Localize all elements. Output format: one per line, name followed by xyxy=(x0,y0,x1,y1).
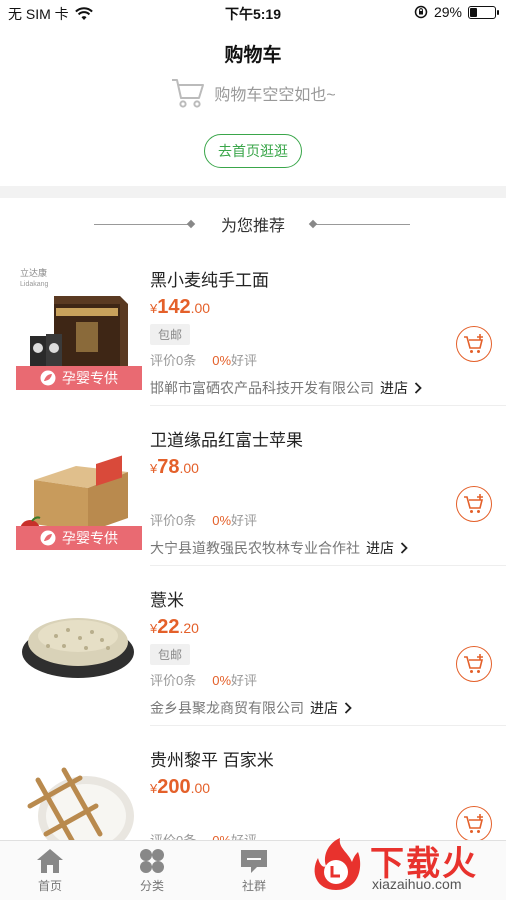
add-to-cart-button[interactable] xyxy=(456,326,492,362)
product-name[interactable]: 黑小麦纯手工面 xyxy=(150,266,269,291)
empty-cart-message: 购物车空空如也~ xyxy=(214,87,336,104)
enter-shop-label[interactable]: 进店 xyxy=(380,378,408,398)
product-price: ¥22.20 xyxy=(150,616,199,638)
shop-name: 金乡县聚龙商贸有限公司 xyxy=(150,700,304,716)
tab-category[interactable]: 分类 xyxy=(122,847,182,894)
chevron-right-icon xyxy=(414,382,422,394)
shop-link[interactable]: 金乡县聚龙商贸有限公司 进店 xyxy=(150,698,352,718)
recommend-header: 为您推荐 xyxy=(0,212,506,236)
product-review: 评价0条 0%好评 xyxy=(150,510,257,529)
maternal-baby-badge: 孕婴专供 xyxy=(16,366,142,390)
product-card[interactable]: 薏米 ¥22.20 包邮 评价0条 0%好评 金乡县聚龙商贸有限公司 进店 xyxy=(0,566,506,726)
empty-cart-notice: 购物车空空如也~ xyxy=(0,76,506,110)
battery-percent: 29% xyxy=(433,4,462,20)
product-price: ¥142.00 xyxy=(150,296,211,318)
positive-rate: 0%好评 xyxy=(212,353,258,368)
section-divider xyxy=(0,186,506,198)
review-count: 评价0条 xyxy=(150,353,197,368)
product-review: 评价0条 0%好评 xyxy=(150,670,257,689)
product-image xyxy=(16,580,140,710)
community-icon xyxy=(241,850,267,873)
chevron-right-icon xyxy=(344,702,352,714)
recommend-title: 为您推荐 xyxy=(220,218,285,235)
shop-name: 大宁县道教强民农牧林专业合作社 xyxy=(150,540,360,556)
product-name[interactable]: 贵州黎平 百家米 xyxy=(150,746,274,771)
tab-community-label: 社群 xyxy=(241,879,266,893)
product-price: ¥200.00 xyxy=(150,776,211,798)
review-count: 评价0条 xyxy=(150,673,197,688)
positive-rate: 0%好评 xyxy=(212,513,258,528)
svg-text:Lidakang: Lidakang xyxy=(20,281,49,288)
chevron-right-icon xyxy=(400,542,408,554)
page-title: 购物车 xyxy=(224,45,282,66)
leaf-icon xyxy=(40,370,56,386)
free-shipping-tag: 包邮 xyxy=(150,644,191,665)
cart-icon xyxy=(172,79,205,108)
orientation-lock-icon xyxy=(414,5,428,19)
add-cart-icon xyxy=(464,654,484,673)
enter-shop-label[interactable]: 进店 xyxy=(366,538,394,558)
product-card[interactable]: 立达康 Lidakang 孕婴专供 黑小麦纯手工面 ¥142.00 包邮 评价0… xyxy=(0,246,506,406)
watermark-url: xiazaihuo.com xyxy=(372,876,462,892)
status-right: 29% xyxy=(414,4,499,20)
shop-link[interactable]: 大宁县道教强民农牧林专业合作社 进店 xyxy=(150,538,408,558)
battery-icon xyxy=(468,5,499,19)
review-count: 评价0条 xyxy=(150,513,197,528)
watermark: 下载火 xiazaihuo.com xyxy=(296,830,506,900)
product-price: ¥78.00 xyxy=(150,456,199,478)
maternal-baby-badge: 孕婴专供 xyxy=(16,526,142,550)
badge-label: 孕婴专供 xyxy=(62,530,118,546)
positive-rate: 0%好评 xyxy=(212,673,258,688)
add-cart-icon xyxy=(464,494,484,513)
leaf-icon xyxy=(40,530,56,546)
status-bar: 无 SIM 卡 下午5:19 29% xyxy=(0,0,506,26)
enter-shop-label[interactable]: 进店 xyxy=(310,698,338,718)
product-name[interactable]: 卫道缘品红富士苹果 xyxy=(150,426,303,451)
flame-logo-icon xyxy=(314,838,361,890)
add-to-cart-button[interactable] xyxy=(456,646,492,682)
free-shipping-tag: 包邮 xyxy=(150,324,191,345)
add-cart-icon xyxy=(464,334,484,353)
battery-fill xyxy=(470,7,477,17)
shop-link[interactable]: 邯郸市富硒农产品科技开发有限公司 进店 xyxy=(150,378,422,398)
product-card[interactable]: 孕婴专供 卫道缘品红富士苹果 ¥78.00 评价0条 0%好评 大宁县道教强民农… xyxy=(0,406,506,566)
product-name[interactable]: 薏米 xyxy=(150,586,184,611)
category-icon xyxy=(140,849,164,873)
product-review: 评价0条 0%好评 xyxy=(150,350,257,369)
tab-home[interactable]: 首页 xyxy=(20,847,80,894)
tab-community[interactable]: 社群 xyxy=(224,847,284,894)
go-home-button[interactable]: 去首页逛逛 xyxy=(204,134,302,168)
add-to-cart-button[interactable] xyxy=(456,486,492,522)
tab-category-label: 分类 xyxy=(139,879,164,893)
home-icon xyxy=(37,849,63,873)
image-brand-text: 立达康 xyxy=(20,267,47,278)
tab-home-label: 首页 xyxy=(37,879,62,893)
shop-name: 邯郸市富硒农产品科技开发有限公司 xyxy=(150,380,374,396)
badge-label: 孕婴专供 xyxy=(62,370,118,386)
